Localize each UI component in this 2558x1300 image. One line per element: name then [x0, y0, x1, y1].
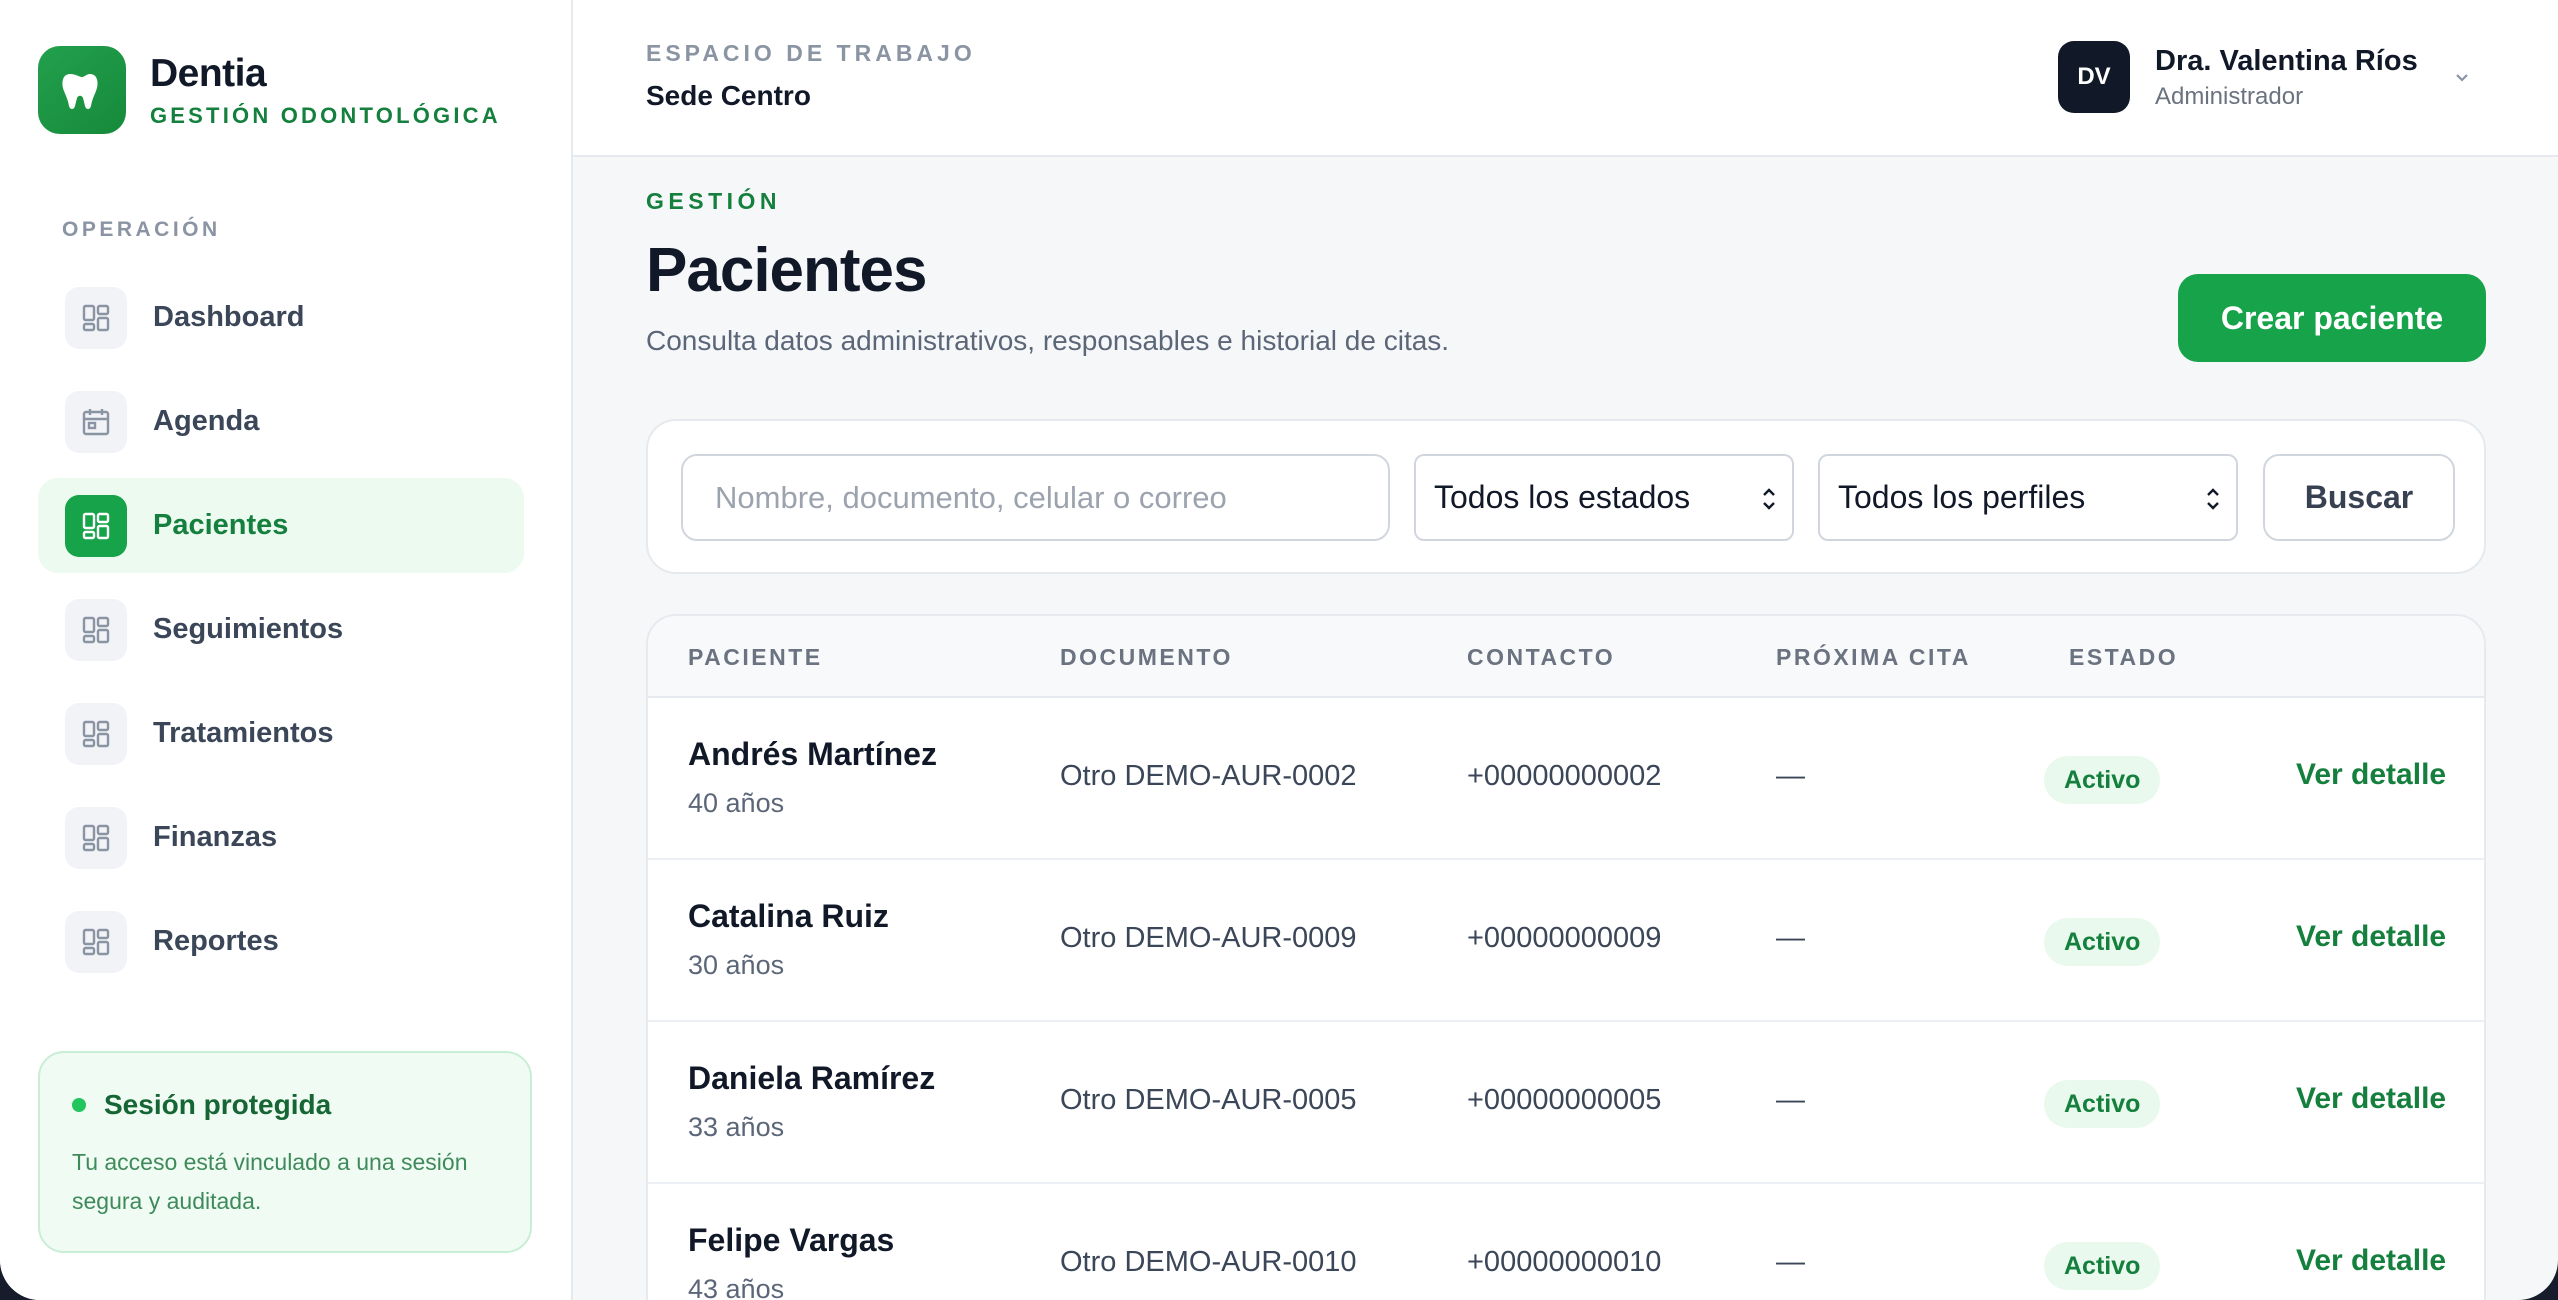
patients-table: PACIENTE DOCUMENTO CONTACTO PRÓXIMA CITA… — [646, 614, 2486, 1300]
patient-next-appointment: — — [1776, 1084, 1805, 1116]
user-role: Administrador — [2155, 83, 2304, 110]
column-header-paciente[interactable]: PACIENTE — [688, 644, 823, 671]
brand-name: Dentia — [150, 52, 267, 95]
table-row[interactable]: Felipe Vargas 43 años Otro DEMO-AUR-0010… — [648, 1184, 2484, 1300]
patient-next-appointment: — — [1776, 760, 1805, 792]
sidebar-item-dashboard[interactable]: Dashboard — [38, 270, 524, 365]
sidebar-item-agenda[interactable]: Agenda — [38, 374, 524, 469]
search-input[interactable] — [681, 454, 1390, 541]
dashboard-icon — [65, 598, 127, 661]
column-header-contacto[interactable]: CONTACTO — [1467, 644, 1615, 671]
table-header: PACIENTE DOCUMENTO CONTACTO PRÓXIMA CITA… — [648, 616, 2484, 698]
app-window: Dentia GESTIÓN ODONTOLÓGICA OPERACIÓN Da… — [0, 0, 2558, 1300]
status-badge: Activo — [2044, 1080, 2161, 1128]
dashboard-icon — [65, 910, 127, 973]
patient-contact: +00000000010 — [1467, 1246, 1662, 1278]
patient-name: Andrés Martínez — [688, 736, 937, 772]
status-select[interactable]: Todos los estados — [1414, 454, 1794, 541]
view-detail-link[interactable]: Ver detalle — [2296, 758, 2446, 792]
section-label: GESTIÓN — [646, 188, 782, 214]
sidebar-item-seguimientos[interactable]: Seguimientos — [38, 582, 524, 677]
patient-next-appointment: — — [1776, 1246, 1805, 1278]
view-detail-link[interactable]: Ver detalle — [2296, 920, 2446, 954]
sidebar-item-label: Dashboard — [153, 301, 305, 333]
table-row[interactable]: Andrés Martínez 40 años Otro DEMO-AUR-00… — [648, 698, 2484, 860]
patient-name: Daniela Ramírez — [688, 1060, 936, 1096]
workspace-label: ESPACIO DE TRABAJO — [646, 40, 976, 66]
select-arrows-icon — [2202, 483, 2224, 523]
sidebar-item-pacientes[interactable]: Pacientes — [38, 478, 524, 573]
table-row[interactable]: Catalina Ruiz 30 años Otro DEMO-AUR-0009… — [648, 860, 2484, 1022]
sidebar-item-label: Seguimientos — [153, 613, 344, 645]
sidebar-item-reportes[interactable]: Reportes — [38, 894, 524, 989]
status-badge: Activo — [2044, 1242, 2161, 1290]
secure-session-title: Sesión protegida — [104, 1089, 332, 1120]
workspace-name[interactable]: Sede Centro — [646, 80, 811, 112]
brand[interactable]: Dentia GESTIÓN ODONTOLÓGICA — [38, 46, 501, 134]
patient-next-appointment: — — [1776, 922, 1805, 954]
dashboard-icon — [65, 286, 127, 349]
patient-document: Otro DEMO-AUR-0002 — [1060, 760, 1357, 792]
status-select-value: Todos los estados — [1434, 479, 1691, 515]
sidebar: Dentia GESTIÓN ODONTOLÓGICA OPERACIÓN Da… — [0, 0, 573, 1300]
sidebar-item-label: Agenda — [153, 405, 260, 437]
sidebar-item-finanzas[interactable]: Finanzas — [38, 790, 524, 885]
patient-contact: +00000000009 — [1467, 922, 1662, 954]
main-content: GESTIÓN Pacientes Consulta datos adminis… — [573, 157, 2558, 1300]
sidebar-item-label: Reportes — [153, 925, 279, 957]
nav-section-label: OPERACIÓN — [62, 218, 221, 241]
sidebar-item-label: Tratamientos — [153, 717, 334, 749]
profile-select[interactable]: Todos los perfiles — [1818, 454, 2238, 541]
secure-session-description: Tu acceso está vinculado a una sesión se… — [72, 1149, 468, 1214]
secure-session-card: Sesión protegida Tu acceso está vinculad… — [38, 1051, 532, 1253]
dashboard-icon — [65, 806, 127, 869]
sidebar-item-tratamientos[interactable]: Tratamientos — [38, 686, 524, 781]
patient-document: Otro DEMO-AUR-0009 — [1060, 922, 1357, 954]
patient-document: Otro DEMO-AUR-0010 — [1060, 1246, 1357, 1278]
patient-age: 33 años — [688, 1112, 785, 1142]
user-menu[interactable]: DV Dra. Valentina Ríos Administrador — [2058, 41, 2472, 113]
patient-age: 43 años — [688, 1274, 785, 1300]
dashboard-icon — [65, 702, 127, 765]
column-header-proxima-cita[interactable]: PRÓXIMA CITA — [1776, 644, 1971, 671]
page-title: Pacientes — [646, 236, 928, 305]
sidebar-item-label: Finanzas — [153, 821, 278, 853]
dashboard-icon — [65, 494, 127, 557]
brand-subtitle: GESTIÓN ODONTOLÓGICA — [150, 103, 501, 128]
sidebar-item-label: Pacientes — [153, 509, 289, 541]
patient-contact: +00000000005 — [1467, 1084, 1662, 1116]
patient-age: 40 años — [688, 788, 785, 818]
filters-bar: Todos los estados Todos los perfiles Bus… — [646, 419, 2486, 574]
avatar: DV — [2058, 41, 2130, 113]
view-detail-link[interactable]: Ver detalle — [2296, 1082, 2446, 1116]
column-header-estado[interactable]: ESTADO — [2069, 644, 2178, 671]
search-button[interactable]: Buscar — [2263, 454, 2455, 541]
chevron-down-icon[interactable] — [2452, 67, 2472, 87]
page-subtitle: Consulta datos administrativos, responsa… — [646, 325, 1450, 356]
tooth-logo-icon — [38, 46, 126, 134]
user-name: Dra. Valentina Ríos — [2155, 45, 2418, 77]
patient-age: 30 años — [688, 950, 785, 980]
calendar-icon — [65, 390, 127, 453]
patient-document: Otro DEMO-AUR-0005 — [1060, 1084, 1357, 1116]
status-dot-icon — [72, 1098, 86, 1112]
select-arrows-icon — [1758, 483, 1780, 523]
status-badge: Activo — [2044, 756, 2161, 804]
view-detail-link[interactable]: Ver detalle — [2296, 1244, 2446, 1278]
topbar: ESPACIO DE TRABAJO Sede Centro DV Dra. V… — [573, 0, 2558, 157]
create-patient-button[interactable]: Crear paciente — [2178, 274, 2486, 362]
status-badge: Activo — [2044, 918, 2161, 966]
patient-name: Felipe Vargas — [688, 1222, 895, 1258]
column-header-documento[interactable]: DOCUMENTO — [1060, 644, 1233, 671]
patient-contact: +00000000002 — [1467, 760, 1662, 792]
table-row[interactable]: Daniela Ramírez 33 años Otro DEMO-AUR-00… — [648, 1022, 2484, 1184]
patient-name: Catalina Ruiz — [688, 898, 889, 934]
profile-select-value: Todos los perfiles — [1838, 479, 2086, 515]
sidebar-nav: Dashboard Agenda Pacientes Seguimientos — [38, 270, 524, 998]
